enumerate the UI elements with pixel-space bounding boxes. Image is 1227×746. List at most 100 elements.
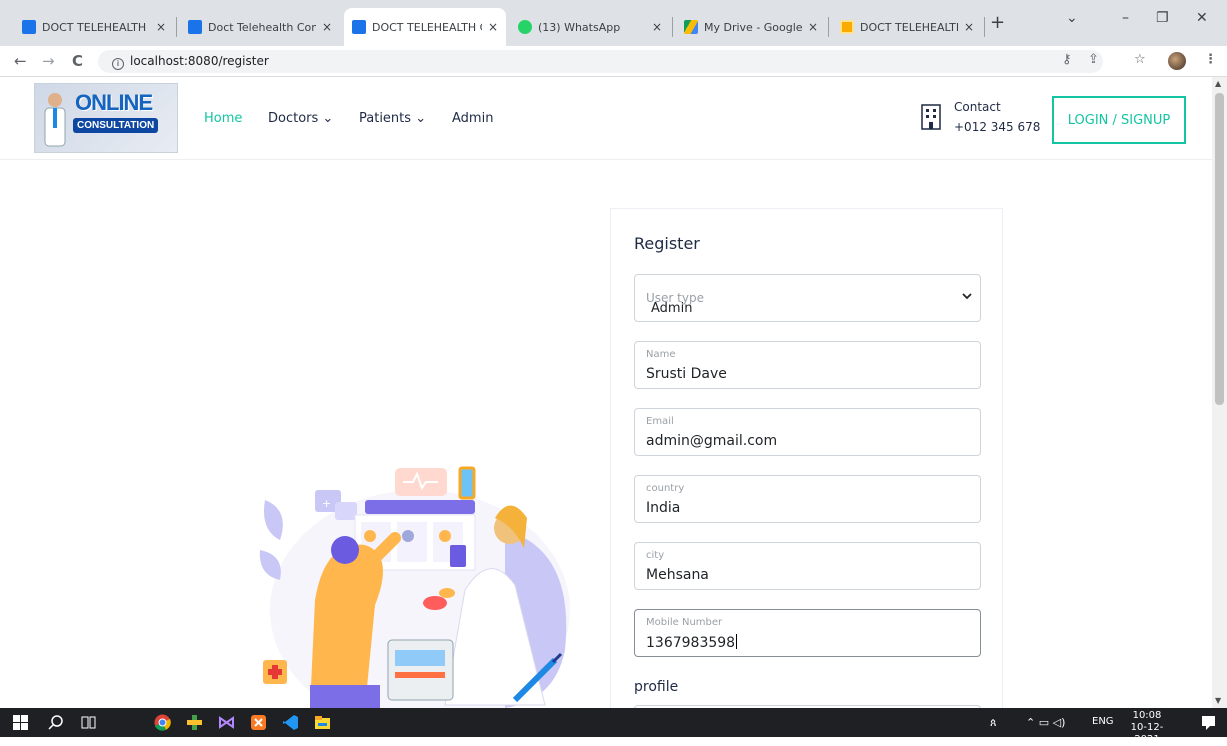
tab-search-icon[interactable]: ⌄ [1066,10,1078,26]
email-value: admin@gmail.com [646,433,778,449]
doct-logo-icon [188,20,202,34]
country-label: country [646,483,685,494]
clock-date: 10-12-2021 [1130,722,1164,745]
info-icon[interactable]: i [112,58,124,70]
user-type-select[interactable]: User type Admin [634,274,981,322]
close-tab-icon[interactable]: × [808,20,818,34]
address-bar[interactable]: i localhost:8080/register [98,50,1103,73]
windows-taskbar: ጰ ⌃ ▭ ◁) ENG 10:08 10-12-2021 [0,708,1227,745]
text-caret [736,634,738,649]
tab-separator [828,17,829,37]
browser-toolbar: ← → C i localhost:8080/register ⚷ ⇪ ☆ ⋮ [0,46,1227,77]
tool-icon[interactable] [186,714,203,731]
close-tab-icon[interactable]: × [964,20,974,34]
windows-start-icon[interactable] [12,714,29,731]
task-view-icon[interactable] [80,714,97,731]
share-icon[interactable]: ⇪ [1088,52,1099,67]
email-field[interactable]: Email admin@gmail.com [634,408,981,456]
city-label: city [646,550,665,561]
name-value: Srusti Dave [646,366,727,382]
browser-tab[interactable]: DOCT TELEHEALTH CC × [832,8,982,46]
profile-avatar[interactable] [1168,52,1186,70]
nav-patients-label: Patients [359,111,412,126]
file-explorer-icon[interactable] [314,714,331,731]
forward-button[interactable]: → [42,52,55,70]
browser-tab[interactable]: (13) WhatsApp × [510,8,670,46]
scrollbar-thumb[interactable] [1215,93,1224,405]
scroll-up-arrow[interactable]: ▲ [1215,79,1221,88]
doct-logo-icon [352,20,366,34]
browser-tab-active[interactable]: DOCT TELEHEALTH CC × [344,8,506,46]
browser-tab[interactable]: My Drive - Google Dr × [676,8,826,46]
building-icon [921,104,941,130]
page-scrollbar[interactable]: ▲ ▼ [1212,77,1227,708]
minimize-button[interactable]: – [1122,10,1129,26]
search-icon[interactable] [48,714,65,731]
nav-home[interactable]: Home [204,111,242,126]
system-tray-icons[interactable]: ⌃ ▭ ◁) [1026,716,1065,729]
new-tab-button[interactable]: + [990,12,1005,33]
restore-button[interactable]: ❐ [1156,10,1169,26]
notification-icon[interactable] [1200,714,1217,731]
xampp-icon[interactable] [250,714,267,731]
nav-patients[interactable]: Patients ⌄ [359,111,426,126]
chrome-menu-icon[interactable]: ⋮ [1204,52,1217,67]
scroll-down-arrow[interactable]: ▼ [1215,696,1221,705]
tab-title: DOCT TELEHEALTH CC [372,20,482,34]
close-tab-icon[interactable]: × [652,20,662,34]
clock-time: 10:08 [1132,710,1162,721]
tab-separator [176,17,177,37]
mobile-number-field[interactable]: Mobile Number 1367983598 [634,609,981,657]
visual-studio-icon[interactable] [218,714,235,731]
profile-label: profile [634,679,679,695]
key-icon[interactable]: ⚷ [1062,52,1072,67]
form-title: Register [634,234,700,253]
tab-title: DOCT TELEHEALTH CC [42,20,150,34]
city-field[interactable]: city Mehsana [634,542,981,590]
name-field[interactable]: Name Srusti Dave [634,341,981,389]
mobile-number-label: Mobile Number [646,617,723,628]
telehealth-illustration: + [255,460,585,708]
browser-tab[interactable]: Doct Telehealth Consu × [180,8,340,46]
browser-tab[interactable]: DOCT TELEHEALTH CC × [14,8,174,46]
site-header: ONLINE CONSULTATION Home Doctors ⌄ Patie… [0,77,1212,160]
mobile-number-value-wrap: 1367983598 [646,634,738,651]
register-card: Register User type Admin Name Srusti Dav… [610,208,1003,717]
chevron-down-icon [962,293,972,300]
tab-title: My Drive - Google Dr [704,20,802,34]
contact-number: +012 345 678 [954,120,1041,134]
google-drive-icon [684,20,698,34]
close-window-button[interactable]: ✕ [1196,10,1208,26]
site-logo[interactable]: ONLINE CONSULTATION [34,83,178,153]
close-tab-icon[interactable]: × [488,20,498,34]
back-button[interactable]: ← [14,52,27,70]
bookmark-star-icon[interactable]: ☆ [1134,52,1146,67]
close-tab-icon[interactable]: × [156,20,166,34]
browser-tab-strip: DOCT TELEHEALTH CC × Doct Telehealth Con… [0,0,1227,46]
chrome-icon[interactable] [154,714,171,731]
tab-title: (13) WhatsApp [538,20,621,34]
close-tab-icon[interactable]: × [322,20,332,34]
vscode-icon[interactable] [282,714,299,731]
reload-button[interactable]: C [72,52,83,70]
app-icon [840,20,854,34]
logo-text-consultation: CONSULTATION [73,118,159,133]
tab-title: Doct Telehealth Consu [208,20,316,34]
email-label: Email [646,416,674,427]
doctor-patient-illustration: + [259,466,570,708]
login-signup-button[interactable]: LOGIN / SIGNUP [1052,96,1186,144]
city-value: Mehsana [646,567,709,583]
nav-doctors-label: Doctors [268,111,319,126]
doctor-figure-icon [44,93,66,147]
language-indicator[interactable]: ENG [1092,716,1114,727]
tab-separator [984,17,985,37]
doct-logo-icon [22,20,36,34]
logo-text-online: ONLINE [75,90,153,115]
tab-title: DOCT TELEHEALTH CC [860,20,958,34]
taskbar-clock[interactable]: 10:08 10-12-2021 [1122,710,1172,746]
nav-doctors[interactable]: Doctors ⌄ [268,111,333,126]
mobile-number-value: 1367983598 [646,635,736,651]
people-icon[interactable]: ጰ [990,716,997,730]
country-field[interactable]: country India [634,475,981,523]
nav-admin[interactable]: Admin [452,111,493,126]
